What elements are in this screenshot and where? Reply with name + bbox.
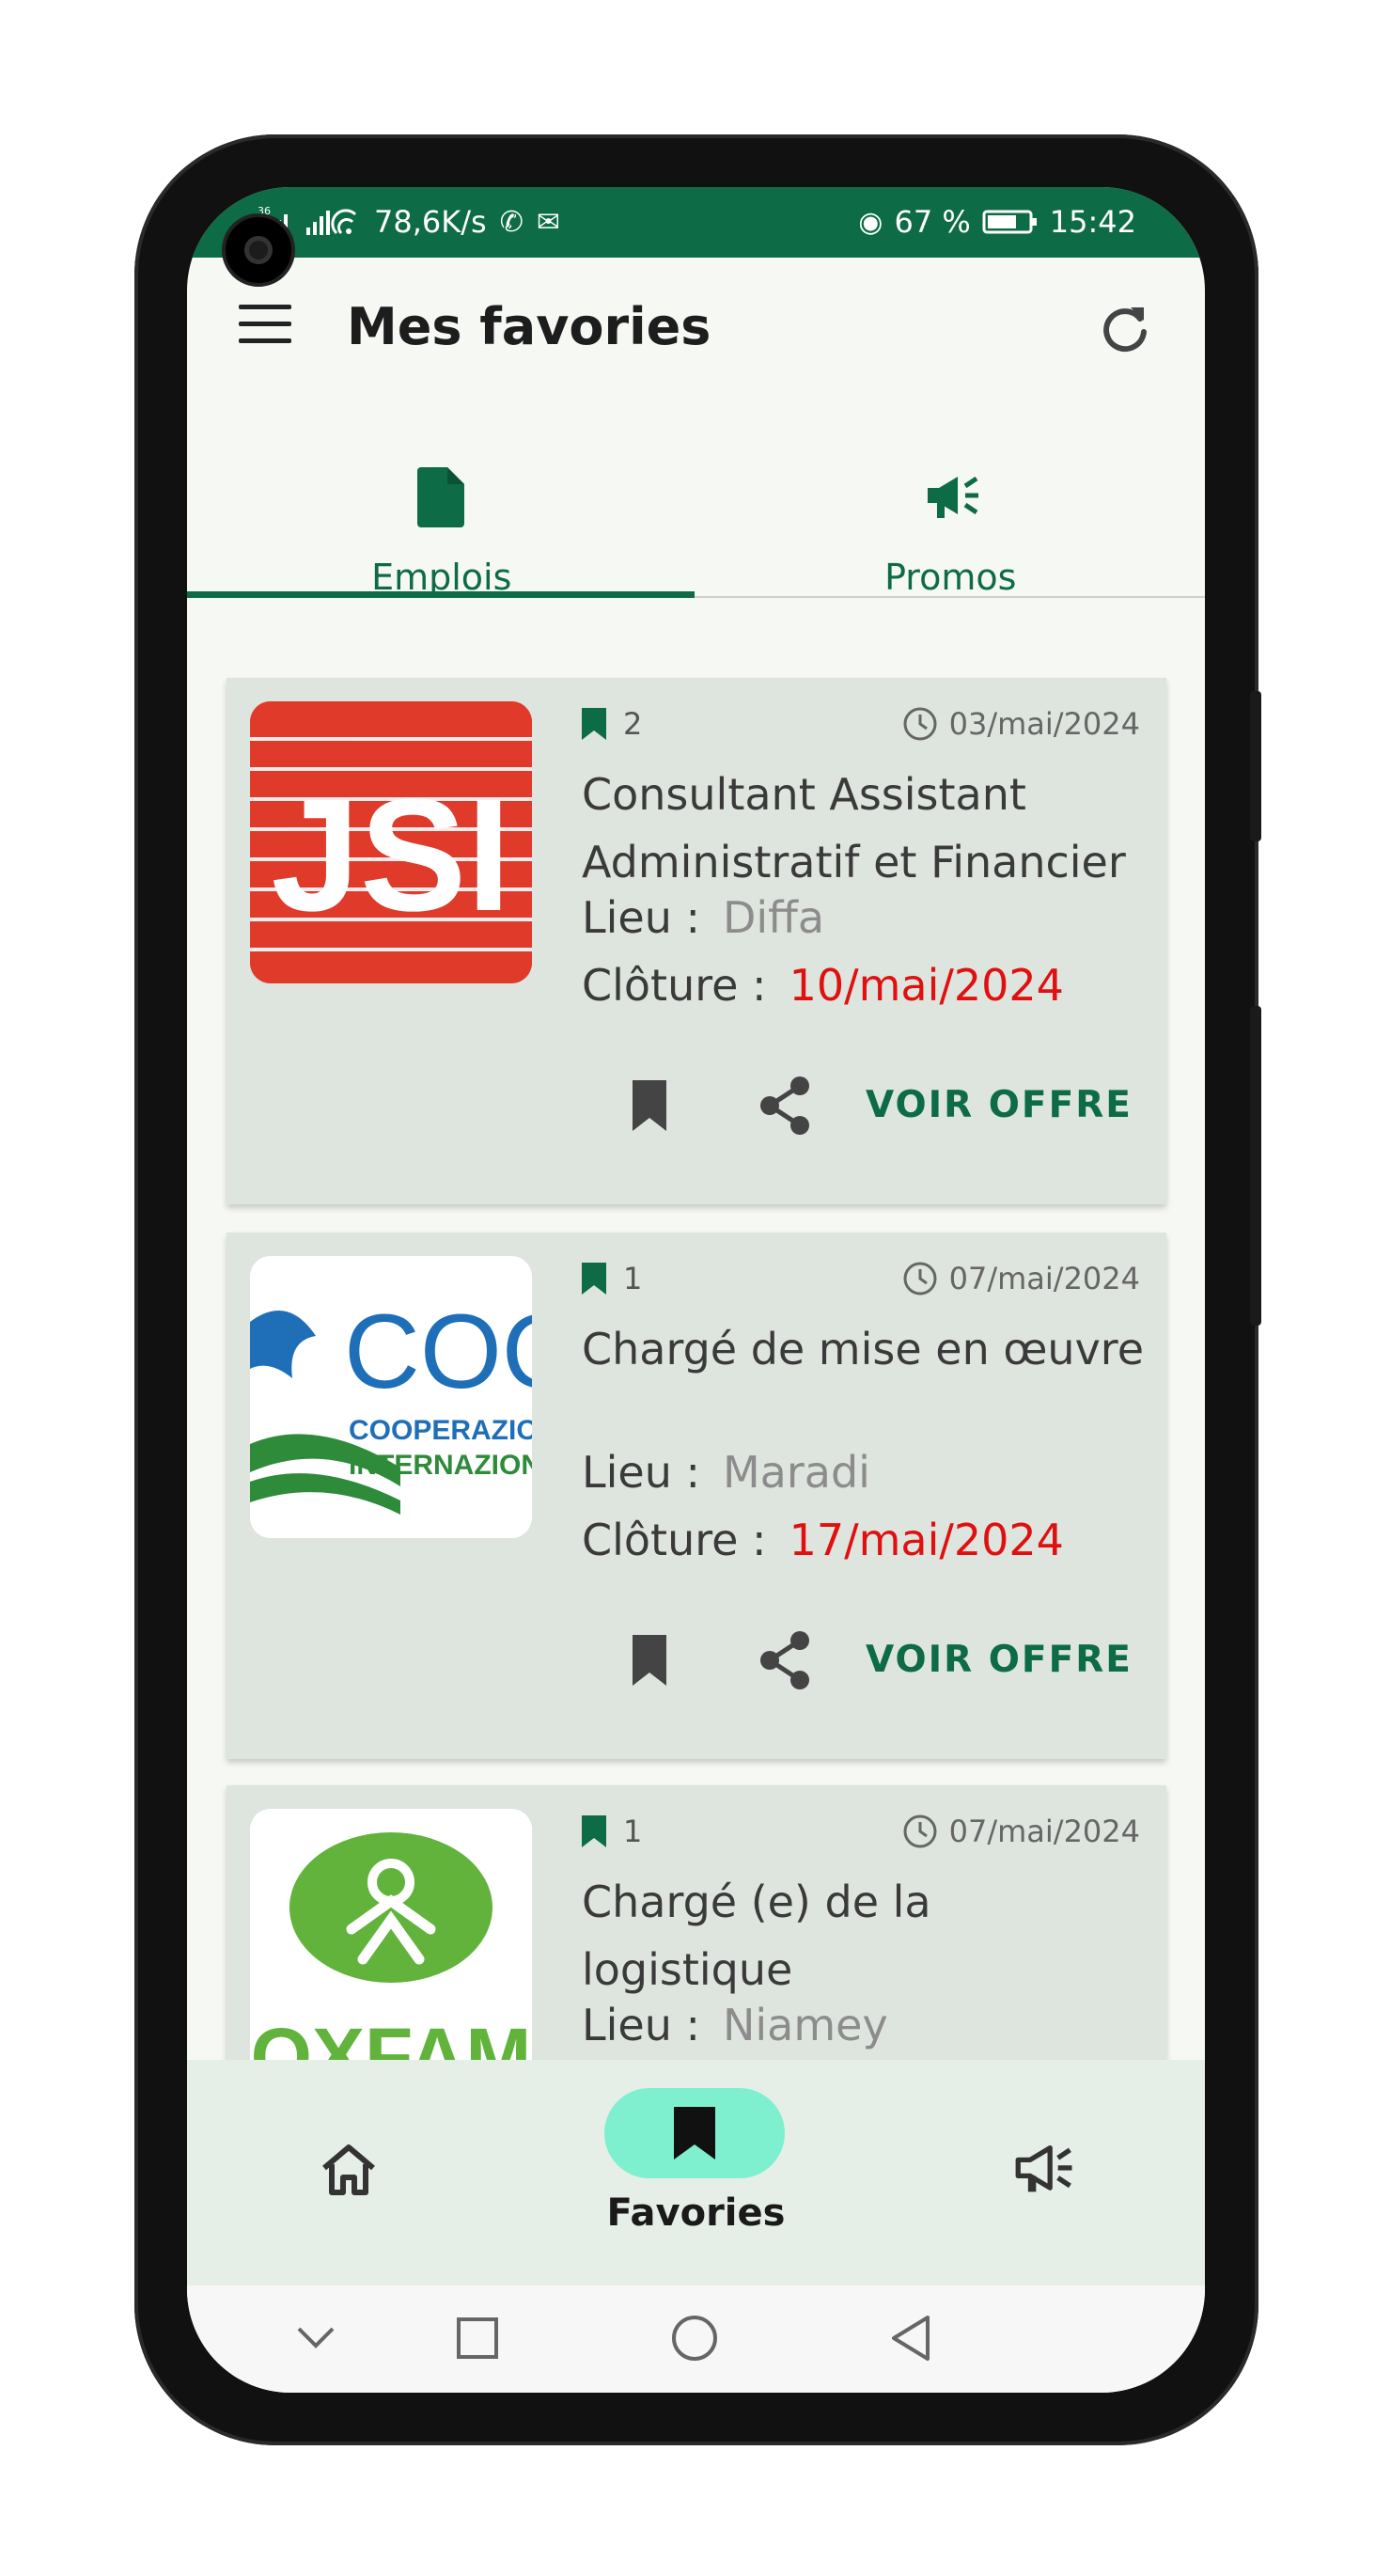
tab-indicator	[187, 591, 695, 598]
refresh-icon[interactable]	[1097, 300, 1153, 356]
app-bar: Mes favories	[187, 258, 1205, 389]
volume-button	[1250, 691, 1261, 841]
bookmark-icon	[582, 708, 606, 740]
battery-icon	[982, 210, 1037, 234]
job-title: Chargé de mise en œuvre	[582, 1324, 1144, 1374]
job-title: Consultant Assistant Administratif et Fi…	[582, 769, 1126, 887]
bookmark-count: 1	[582, 1814, 642, 1849]
clock: 15:42	[1049, 204, 1136, 240]
menu-icon[interactable]	[239, 305, 291, 346]
job-card[interactable]: JSI 2 03/mai/2024 Consultant Assistant A…	[227, 678, 1166, 1204]
job-deadline: Clôture :17/mai/2024	[582, 1515, 1064, 1565]
posted-date: 07/mai/2024	[902, 1261, 1140, 1296]
whatsapp-icon: ✆	[499, 205, 524, 239]
svg-text:COOP: COOP	[344, 1293, 532, 1410]
voir-offre-button[interactable]: VOIR OFFRE	[866, 1084, 1133, 1126]
bookmark-count: 2	[582, 706, 642, 742]
battery-percent: 67 %	[894, 204, 971, 240]
recents-icon[interactable]	[455, 2316, 500, 2361]
job-card[interactable]: COOP COOPERAZIONE INTERNAZIONALE 1 07/ma…	[227, 1233, 1166, 1759]
bookmark-icon	[582, 1263, 606, 1295]
document-icon	[417, 467, 464, 527]
front-camera	[222, 213, 295, 287]
status-bar: 36 78,6K/s ✆ ✉ ◉ 67 % 15:42	[187, 187, 1205, 258]
svg-text:JSI: JSI	[271, 766, 510, 945]
bookmark-count: 1	[582, 1261, 642, 1296]
system-nav-bar	[187, 2285, 1205, 2393]
job-location: Lieu : Niamey	[582, 2000, 888, 2050]
posted-date: 03/mai/2024	[902, 706, 1140, 742]
tab-promos[interactable]: Promos	[696, 460, 1206, 598]
back-icon[interactable]	[888, 2314, 933, 2363]
app-screen: 36 78,6K/s ✆ ✉ ◉ 67 % 15:42 Mes favories…	[187, 187, 1205, 2393]
company-logo-oxfam: OXFAM	[250, 1809, 532, 2091]
job-deadline: Clôture :10/mai/2024	[582, 960, 1064, 1011]
network-speed: 78,6K/s	[374, 204, 487, 240]
mail-icon: ✉	[536, 205, 560, 239]
share-button[interactable]	[753, 1627, 819, 1693]
bookmark-icon	[674, 2107, 715, 2160]
job-location: Lieu : Maradi	[582, 1447, 870, 1498]
clock-icon	[903, 1814, 937, 1848]
power-button	[1250, 1006, 1261, 1326]
chevron-down-icon[interactable]	[295, 2323, 336, 2351]
job-location: Lieu : Diffa	[582, 892, 825, 943]
page-title: Mes favories	[347, 297, 711, 356]
tab-bar: Emplois Promos	[187, 460, 1205, 598]
clock-icon	[903, 1262, 937, 1296]
svg-text:COOPERAZIONE: COOPERAZIONE	[349, 1415, 532, 1446]
share-button[interactable]	[753, 1073, 819, 1139]
home-circle-icon[interactable]	[670, 2314, 719, 2363]
megaphone-icon[interactable]	[1014, 2140, 1080, 2200]
bottom-nav: Favories	[187, 2060, 1205, 2285]
job-title: Chargé (e) de la logistique	[582, 1877, 931, 1995]
bookmark-icon	[582, 1815, 606, 1847]
svg-text:INTERNAZIONALE: INTERNAZIONALE	[349, 1450, 532, 1481]
company-logo-jsi: JSI	[250, 701, 532, 983]
eye-icon: ◉	[858, 205, 883, 239]
voir-offre-button[interactable]: VOIR OFFRE	[866, 1639, 1133, 1681]
company-logo-coop: COOP COOPERAZIONE INTERNAZIONALE	[250, 1256, 532, 1538]
clock-icon	[903, 707, 937, 741]
tab-label: Promos	[884, 557, 1017, 598]
nav-favories-button[interactable]	[604, 2088, 785, 2178]
megaphone-icon	[927, 476, 978, 518]
posted-date: 07/mai/2024	[902, 1814, 1140, 1849]
tab-emplois[interactable]: Emplois	[187, 460, 696, 598]
bookmark-button[interactable]	[621, 1073, 678, 1139]
bookmark-button[interactable]	[621, 1627, 678, 1693]
